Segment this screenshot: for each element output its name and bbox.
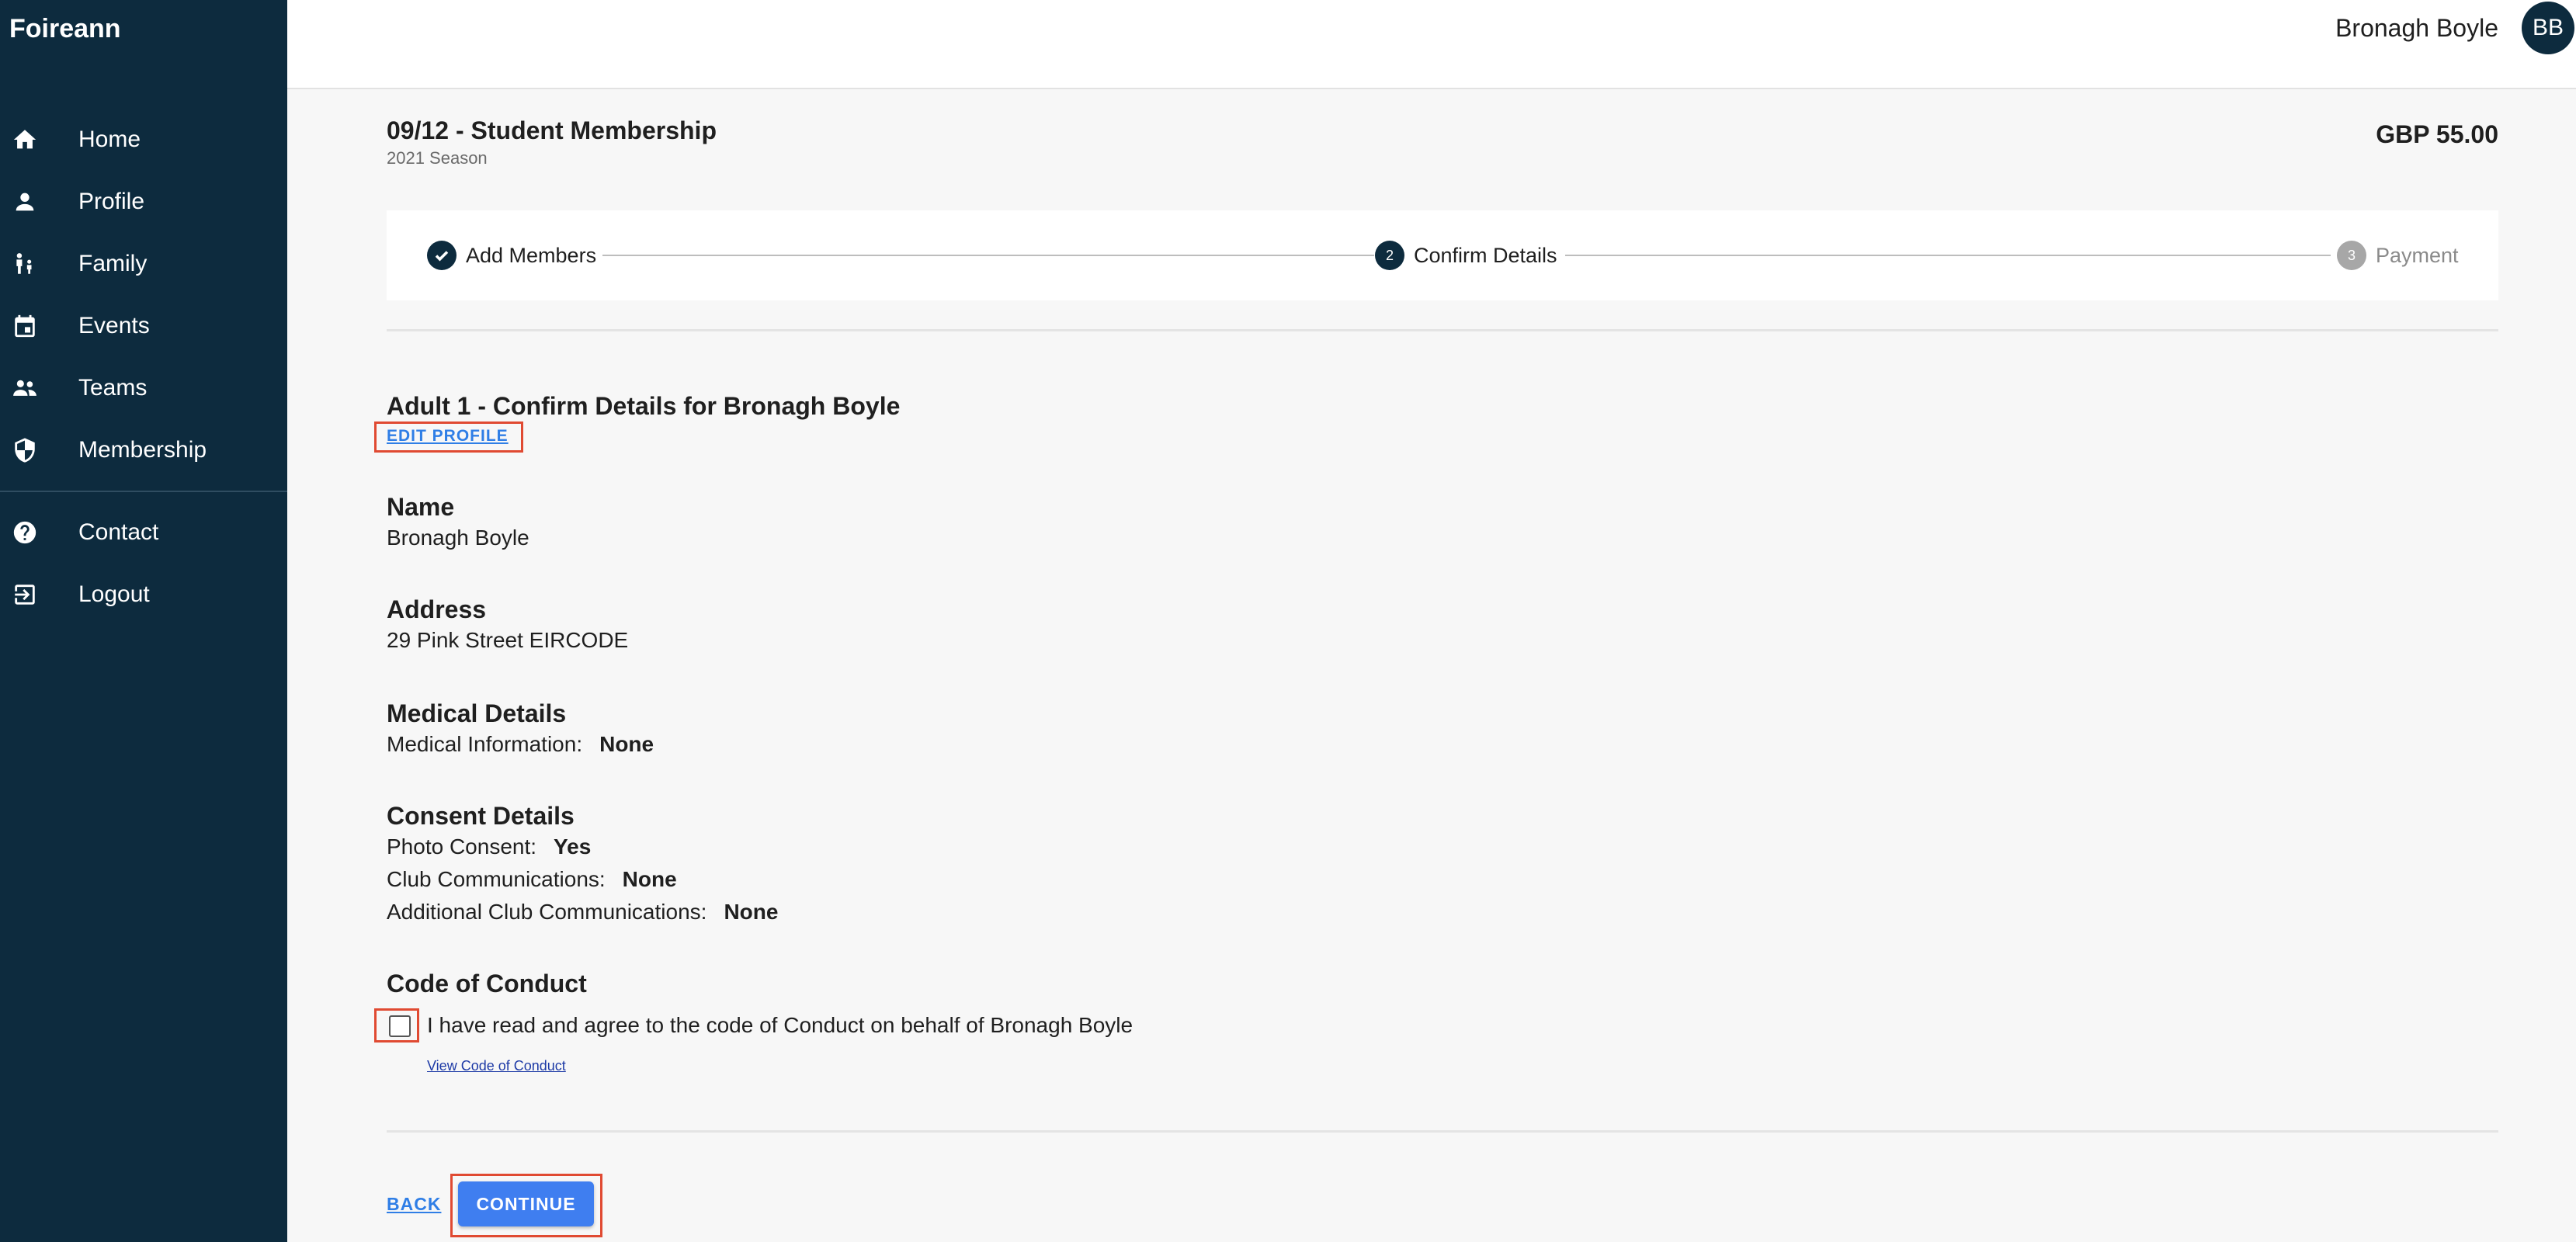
step-add-members[interactable]: Add Members <box>427 210 596 300</box>
page-title: 09/12 - Student Membership <box>387 116 717 144</box>
photo-consent-label: Photo Consent: <box>387 834 537 859</box>
step-label: Payment <box>2376 243 2459 267</box>
additional-comms-row: Additional Club Communications: None <box>387 900 778 925</box>
medical-info-label: Medical Information: <box>387 732 583 756</box>
photo-consent-value: Yes <box>554 834 592 859</box>
medical-info-value: None <box>599 732 654 756</box>
sidebar-item-label: Home <box>78 127 141 152</box>
sidebar-item-logout[interactable]: Logout <box>0 564 287 626</box>
sidebar-item-profile[interactable]: Profile <box>0 171 287 233</box>
avatar[interactable]: BB <box>2522 2 2574 54</box>
view-code-of-conduct-link[interactable]: View Code of Conduct <box>427 1058 566 1074</box>
sidebar-item-label: Contact <box>78 519 159 545</box>
consent-heading: Consent Details <box>387 802 575 830</box>
code-of-conduct-checkbox[interactable] <box>389 1015 411 1037</box>
brand-logo[interactable]: Foireann <box>9 14 121 44</box>
family-icon <box>11 250 39 278</box>
check-icon <box>427 241 457 270</box>
sidebar-item-label: Logout <box>78 581 150 607</box>
name-heading: Name <box>387 493 455 521</box>
sidebar-divider <box>0 491 287 492</box>
divider <box>387 329 2498 331</box>
sidebar-item-contact[interactable]: Contact <box>0 501 287 564</box>
sidebar-item-teams[interactable]: Teams <box>0 357 287 419</box>
club-comms-label: Club Communications: <box>387 867 606 891</box>
sidebar-item-family[interactable]: Family <box>0 233 287 295</box>
additional-comms-value: None <box>724 900 779 924</box>
sidebar-item-label: Family <box>78 251 148 276</box>
main-content: 09/12 - Student Membership 2021 Season G… <box>374 89 2498 1242</box>
step-connector <box>602 255 1374 256</box>
sidebar-item-label: Membership <box>78 437 207 463</box>
additional-comms-label: Additional Club Communications: <box>387 900 707 924</box>
sidebar-nav: Home Profile Family Events Teams Members… <box>0 109 287 626</box>
sidebar-item-label: Events <box>78 313 150 338</box>
sidebar: Foireann Home Profile Family Events Team… <box>0 0 287 1242</box>
step-label: Confirm Details <box>1414 243 1557 267</box>
divider <box>387 1130 2498 1133</box>
app-root: Foireann Home Profile Family Events Team… <box>0 0 2576 1242</box>
photo-consent-row: Photo Consent: Yes <box>387 834 591 859</box>
back-button[interactable]: BACK <box>387 1194 441 1215</box>
calendar-icon <box>11 312 39 340</box>
step-label: Add Members <box>466 243 597 267</box>
club-comms-value: None <box>622 867 677 891</box>
sidebar-item-label: Teams <box>78 375 148 401</box>
medical-heading: Medical Details <box>387 699 567 727</box>
person-icon <box>11 188 39 216</box>
edit-profile-link[interactable]: EDIT PROFILE <box>387 427 509 446</box>
step-payment: 3 Payment <box>2337 210 2459 300</box>
membership-price: GBP 55.00 <box>2376 120 2498 148</box>
step-connector <box>1565 255 2331 256</box>
season-label: 2021 Season <box>387 148 488 168</box>
address-heading: Address <box>387 595 487 623</box>
step-number: 2 <box>1375 241 1404 270</box>
home-icon <box>11 126 39 154</box>
name-value: Bronagh Boyle <box>387 526 529 550</box>
code-of-conduct-heading: Code of Conduct <box>387 970 587 997</box>
details-heading: Adult 1 - Confirm Details for Bronagh Bo… <box>387 392 901 420</box>
sidebar-item-label: Profile <box>78 189 145 214</box>
sidebar-item-membership[interactable]: Membership <box>0 419 287 481</box>
code-of-conduct-agree-label[interactable]: I have read and agree to the code of Con… <box>427 1013 1133 1038</box>
checkout-stepper: Add Members 2 Confirm Details 3 Payment <box>387 210 2498 300</box>
shield-icon <box>11 436 39 464</box>
group-icon <box>11 374 39 402</box>
address-value: 29 Pink Street EIRCODE <box>387 628 629 652</box>
medical-info-row: Medical Information: None <box>387 732 654 757</box>
logout-icon <box>11 581 39 609</box>
user-name[interactable]: Bronagh Boyle <box>2335 14 2498 43</box>
step-confirm-details[interactable]: 2 Confirm Details <box>1375 210 1557 300</box>
top-bar: Bronagh Boyle BB <box>287 0 2576 89</box>
club-comms-row: Club Communications: None <box>387 867 677 892</box>
help-icon <box>11 519 39 546</box>
step-number: 3 <box>2337 241 2366 270</box>
sidebar-item-home[interactable]: Home <box>0 109 287 171</box>
continue-button[interactable]: CONTINUE <box>458 1181 594 1226</box>
sidebar-item-events[interactable]: Events <box>0 295 287 357</box>
